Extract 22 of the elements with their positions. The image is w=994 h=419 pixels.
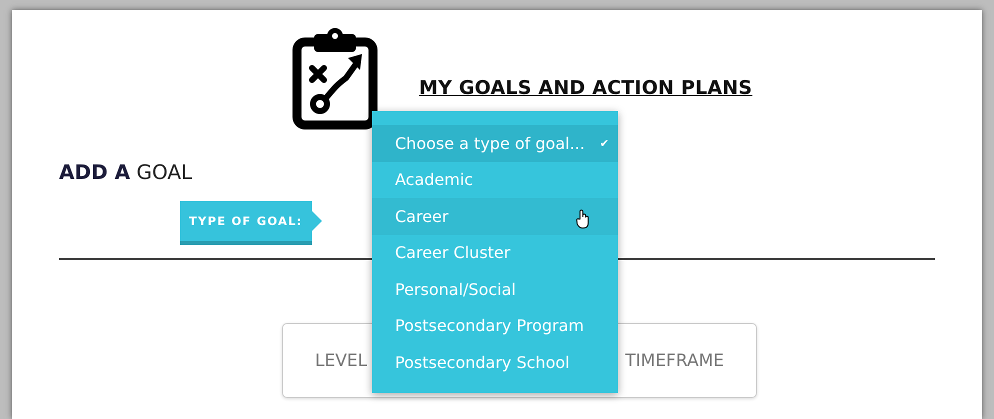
option-label: Postsecondary School: [395, 352, 570, 372]
option-label: Career: [395, 206, 448, 226]
check-icon: ✔: [600, 136, 609, 150]
option-tab[interactable]: TIMEFRAME: [625, 350, 724, 370]
section-title: ADD A GOAL: [59, 160, 192, 184]
dropdown-option[interactable]: Personal/Social: [372, 271, 618, 308]
hand-cursor-icon: [576, 209, 590, 229]
option-label: Academic: [395, 170, 474, 190]
option-label: Career Cluster: [395, 243, 510, 262]
dropdown-option[interactable]: Career Cluster: [372, 234, 618, 271]
option-tab[interactable]: LEVEL: [315, 350, 368, 370]
dropdown-option[interactable]: Academic: [372, 162, 618, 198]
dropdown-option[interactable]: Postsecondary Program: [372, 308, 618, 344]
type-of-goal-label: TYPE OF GOAL:: [180, 201, 322, 245]
clipboard-icon: [292, 28, 378, 130]
dropdown-option[interactable]: Career: [372, 198, 618, 234]
option-label: Choose a type of goal...: [395, 134, 585, 153]
option-label: Postsecondary Program: [395, 316, 584, 336]
dropdown-option[interactable]: Postsecondary School: [372, 344, 618, 380]
option-label: Personal/Social: [395, 280, 516, 299]
page-title: MY GOALS AND ACTION PLANS: [419, 77, 752, 99]
dropdown-option[interactable]: Choose a type of goal... ✔: [372, 125, 618, 162]
